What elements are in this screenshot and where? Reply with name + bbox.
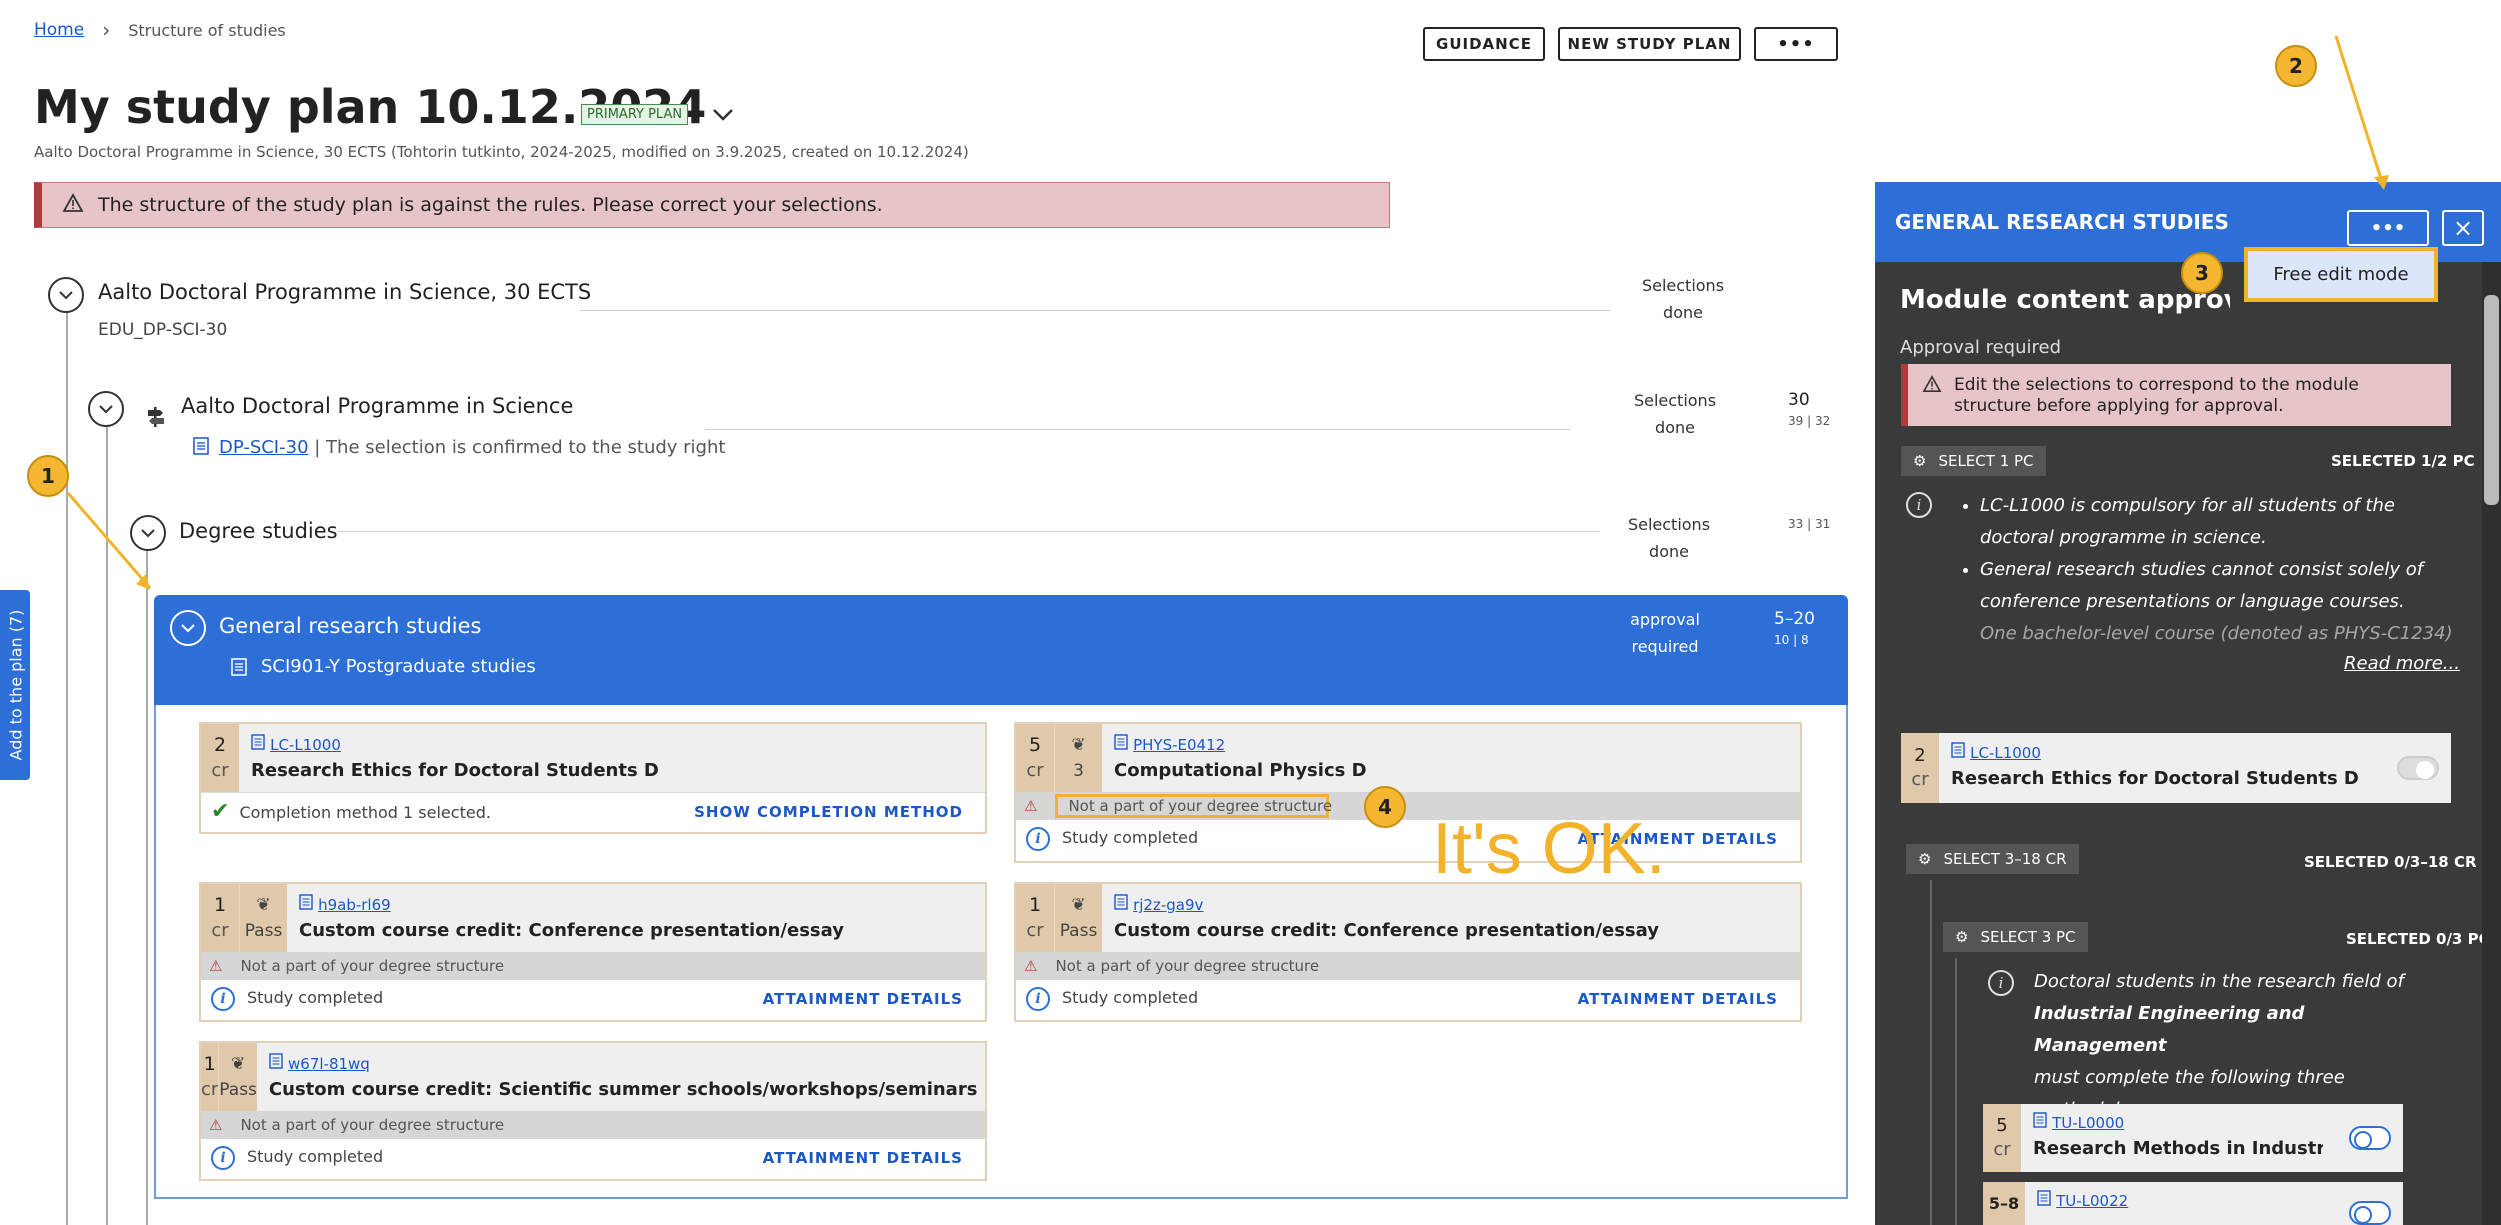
annotation-arrows bbox=[66, 35, 2389, 590]
step-marker-3: 3 bbox=[2181, 252, 2223, 294]
annotation-arrow bbox=[2334, 35, 2384, 183]
step-marker-2: 2 bbox=[2275, 45, 2317, 87]
step-marker-4: 4 bbox=[1364, 786, 1406, 828]
arrowhead bbox=[2374, 175, 2389, 190]
annotation-arrow bbox=[66, 492, 152, 589]
step-marker-1: 1 bbox=[27, 455, 69, 497]
